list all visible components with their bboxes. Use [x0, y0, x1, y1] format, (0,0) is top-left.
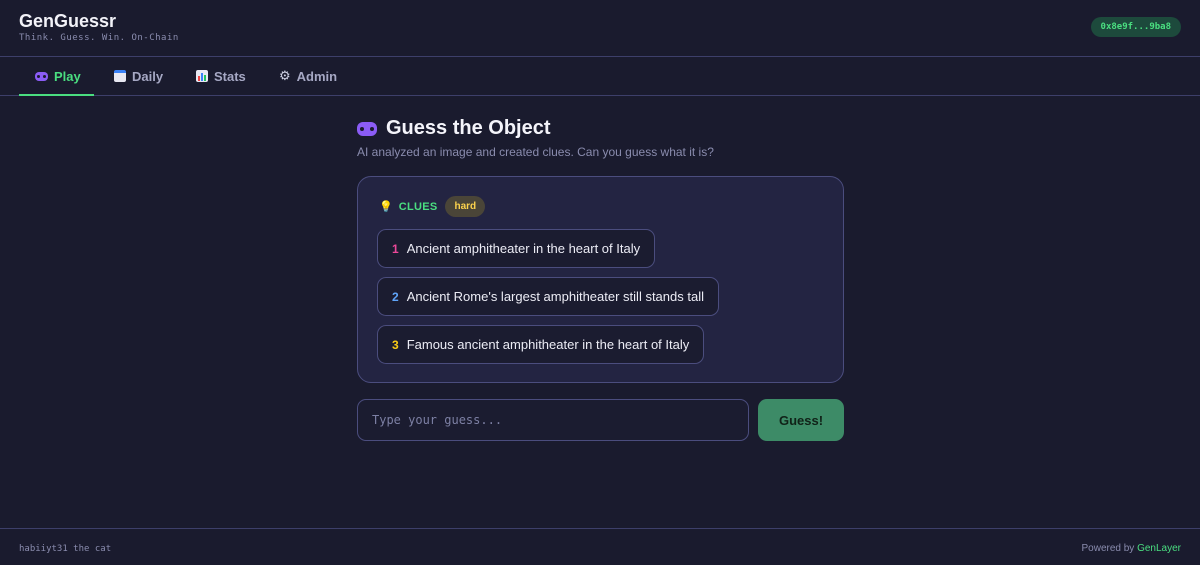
- page-title-text: Guess the Object: [386, 117, 551, 139]
- bar-chart-icon: [196, 70, 208, 82]
- tab-bar: Play Daily Stats ⚙ Admin: [0, 57, 1200, 96]
- gear-icon: ⚙: [279, 68, 291, 83]
- guess-button[interactable]: Guess!: [758, 399, 844, 441]
- tab-stats-label: Stats: [214, 68, 246, 84]
- wallet-address-badge[interactable]: 0x8e9f...9ba8: [1090, 17, 1181, 37]
- clue-number: 3: [392, 337, 399, 352]
- difficulty-badge: hard: [445, 196, 486, 217]
- clue-text: Famous ancient amphitheater in the heart…: [406, 337, 690, 352]
- app-tagline: Think. Guess. Win. On-Chain: [19, 33, 179, 43]
- lightbulb-icon: 💡: [379, 201, 393, 213]
- tab-stats[interactable]: Stats: [196, 57, 246, 95]
- app-root: GenGuessr Think. Guess. Win. On-Chain 0x…: [0, 0, 1200, 565]
- clues-card: 💡 CLUES hard 1 Ancient amphitheater in t…: [357, 176, 844, 383]
- gamepad-icon: [357, 121, 377, 136]
- clue-number: 2: [392, 289, 399, 304]
- powered-by-text: Powered by: [1081, 543, 1138, 554]
- tab-daily[interactable]: Daily: [114, 57, 163, 95]
- guess-input[interactable]: [357, 399, 749, 441]
- calendar-icon: [114, 70, 126, 82]
- tab-daily-label: Daily: [132, 68, 164, 84]
- app-header: GenGuessr Think. Guess. Win. On-Chain 0x…: [0, 0, 1200, 57]
- clue-text: Ancient Rome's largest amphitheater stil…: [406, 289, 704, 304]
- clue-number: 1: [392, 241, 399, 256]
- app-footer: habiiyt31 the cat Powered by GenLayer: [0, 528, 1200, 565]
- genlayer-link[interactable]: GenLayer: [1137, 543, 1181, 554]
- clue-item: 1 Ancient amphitheater in the heart of I…: [377, 229, 656, 268]
- tab-admin-label: Admin: [296, 68, 338, 84]
- tab-play-label: Play: [54, 68, 81, 84]
- clue-item: 3 Famous ancient amphitheater in the hea…: [377, 325, 705, 364]
- app-title: GenGuessr: [19, 11, 117, 31]
- clues-header: 💡 CLUES hard: [379, 196, 486, 217]
- page-subtitle: AI analyzed an image and created clues. …: [357, 145, 714, 159]
- footer-powered: Powered by GenLayer: [1081, 543, 1181, 554]
- gamepad-icon: [35, 71, 48, 81]
- clue-text: Ancient amphitheater in the heart of Ita…: [406, 241, 641, 256]
- tab-admin[interactable]: ⚙ Admin: [279, 57, 337, 95]
- tab-play[interactable]: Play: [19, 57, 94, 96]
- clue-item: 2 Ancient Rome's largest amphitheater st…: [377, 277, 719, 316]
- page-title: Guess the Object: [357, 117, 551, 140]
- footer-credit: habiiyt31 the cat: [19, 544, 112, 554]
- clues-label: CLUES: [398, 200, 438, 213]
